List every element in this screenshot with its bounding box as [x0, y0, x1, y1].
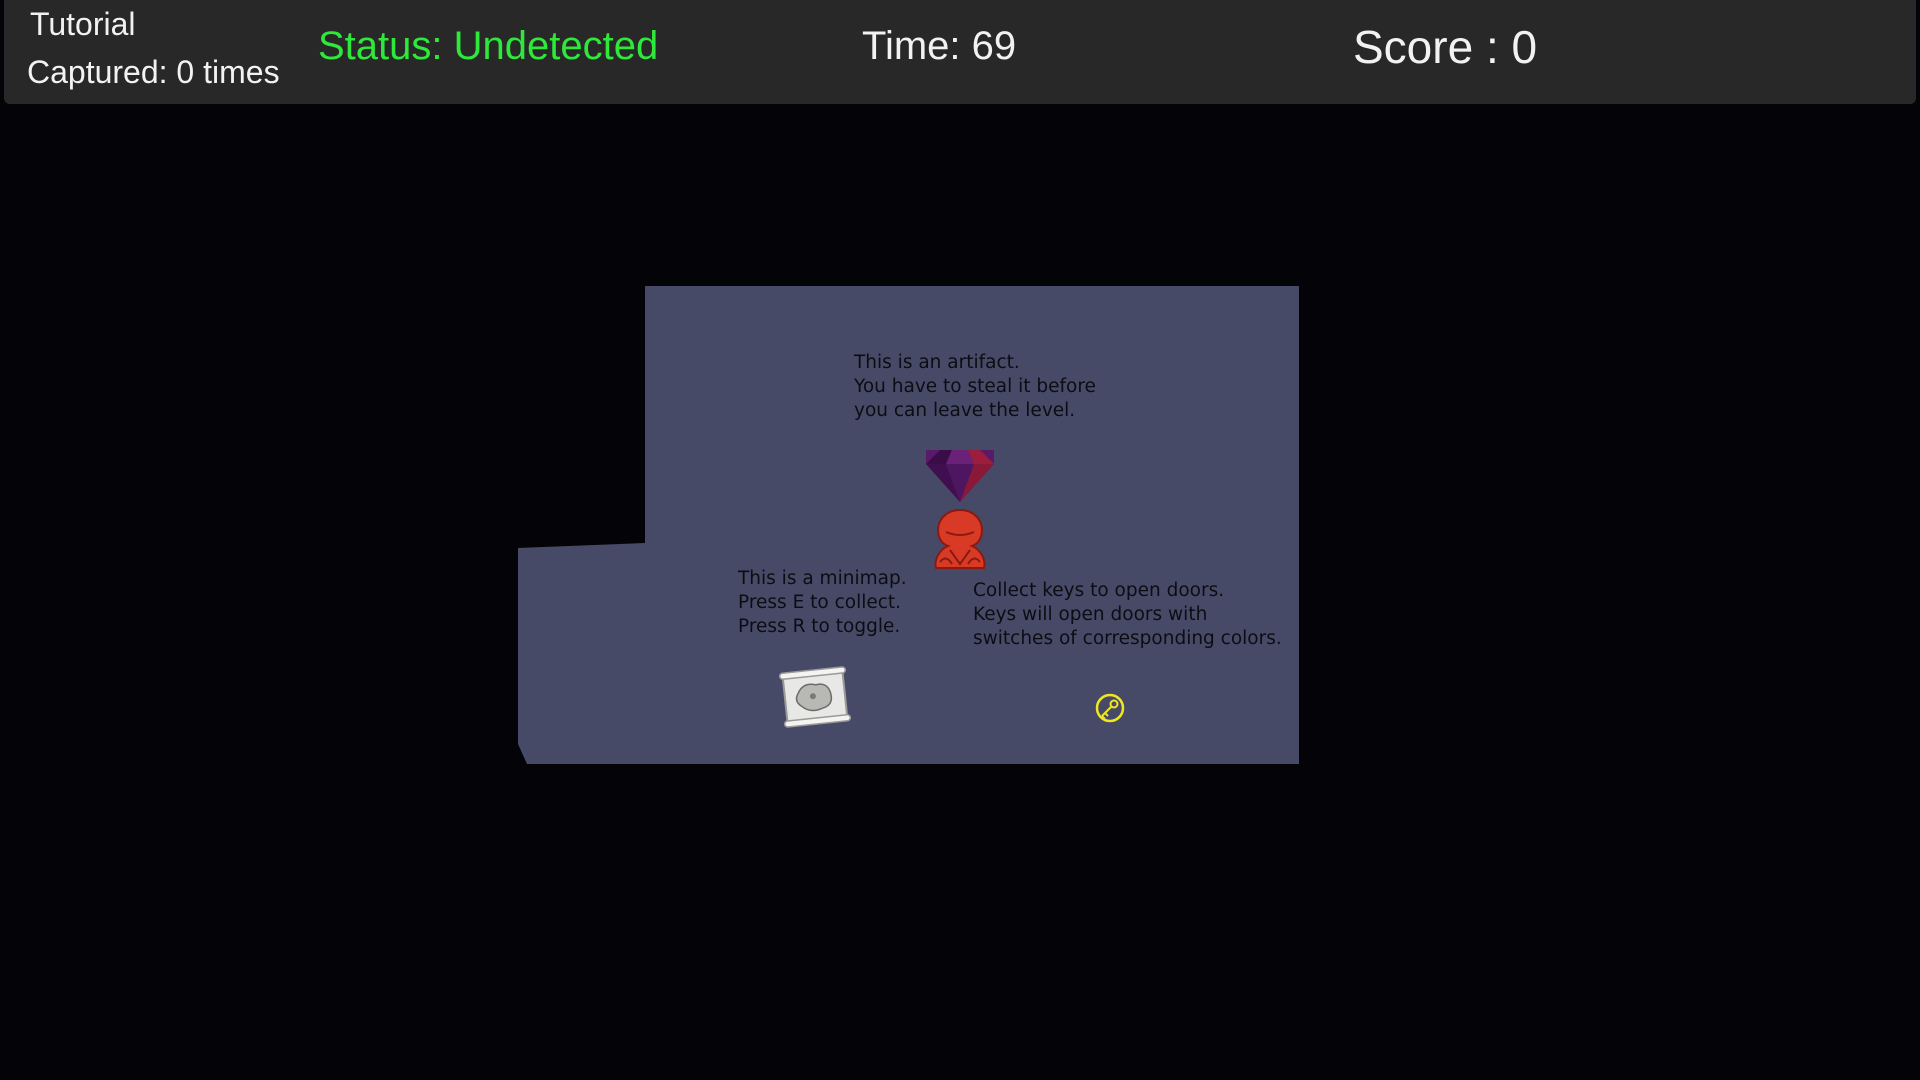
hud-bar: Tutorial Captured: 0 times Status: Undet… [4, 0, 1916, 104]
score-counter: Score : 0 [1353, 21, 1538, 73]
artifact-tutorial-text: This is an artifact. You have to steal i… [854, 352, 1096, 421]
time-counter: Time: 69 [862, 24, 1017, 68]
level-name: Tutorial [30, 6, 136, 42]
minimap-scroll-icon [778, 666, 852, 728]
player-thief-icon [934, 508, 986, 569]
level-map [518, 286, 1299, 764]
minimap-tutorial-text: This is a minimap. Press E to collect. P… [738, 568, 907, 637]
captured-counter: Captured: 0 times [27, 54, 280, 90]
keys-tutorial-text: Collect keys to open doors. Keys will op… [973, 580, 1282, 649]
game-world: This is an artifact. You have to steal i… [0, 0, 1920, 1080]
detection-status: Status: Undetected [318, 24, 659, 68]
